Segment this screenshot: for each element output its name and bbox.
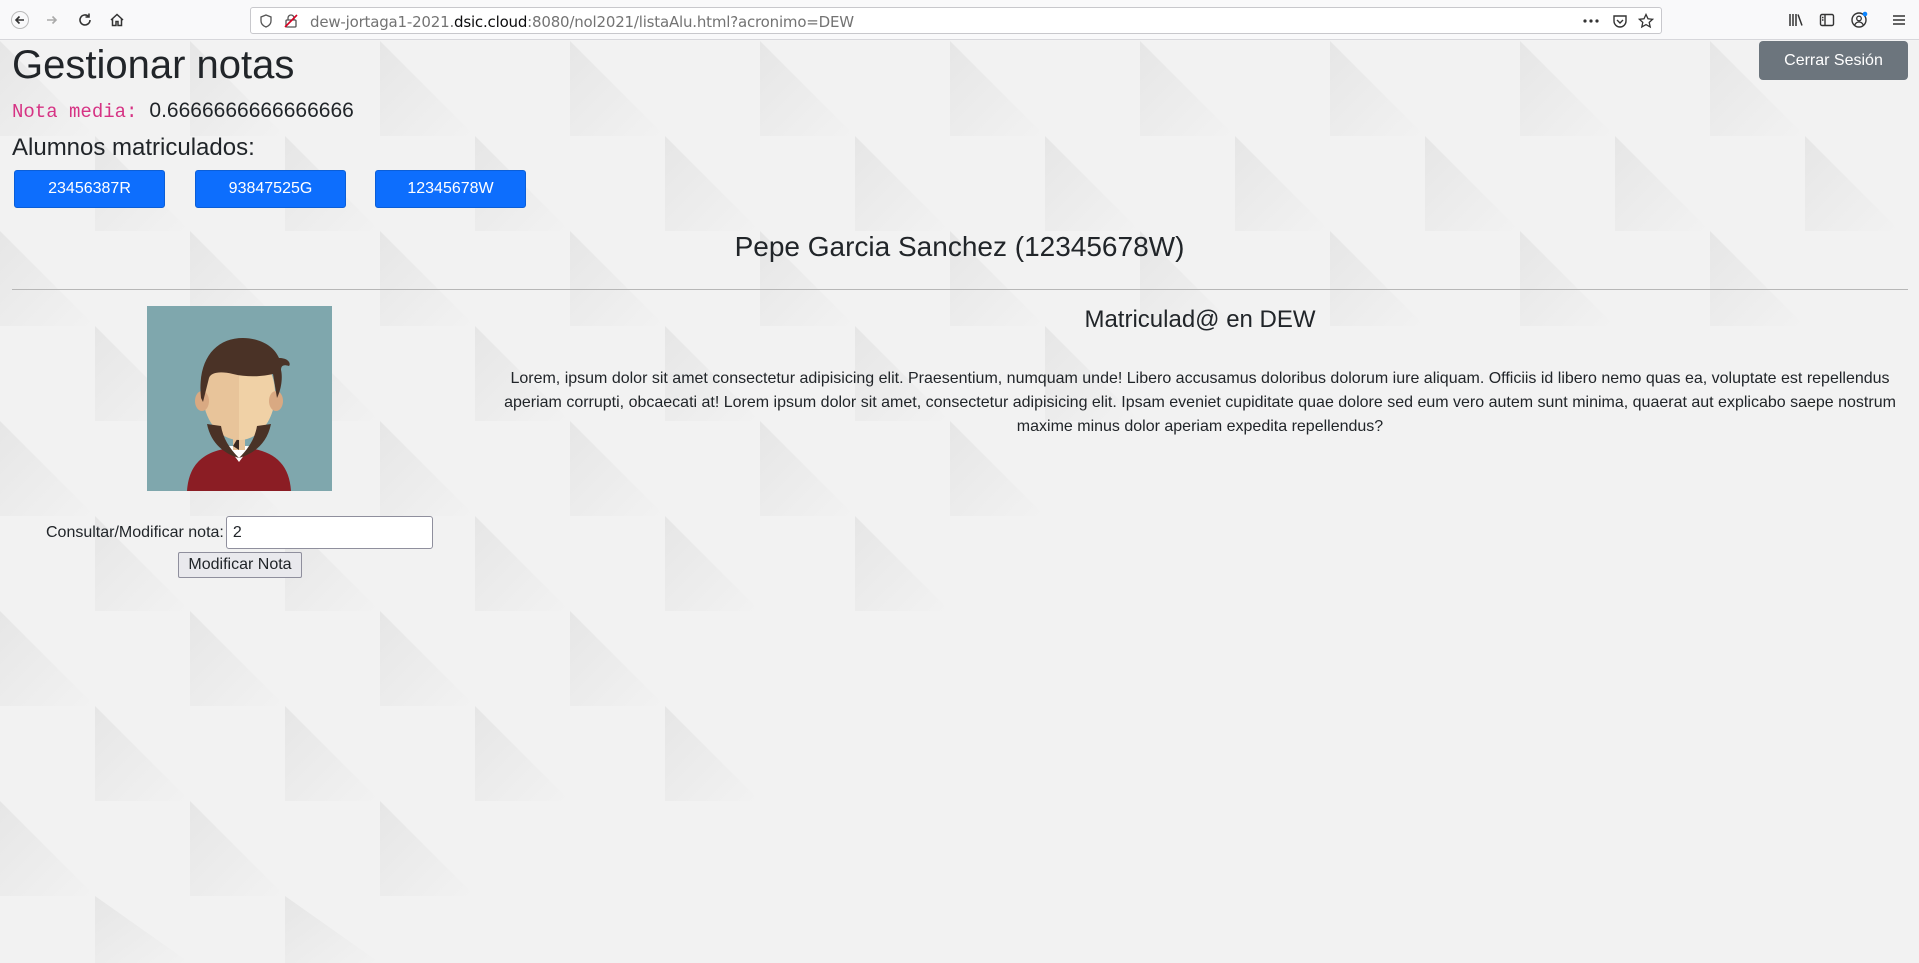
url-bar[interactable]: dew-jortaga1-2021.dsic.cloud:8080/nol202… [250,7,1662,34]
forward-arrow-icon [47,15,58,25]
more-actions-icon[interactable] [1582,12,1600,30]
average-label: Nota media: [12,101,138,123]
pocket-icon[interactable] [1611,12,1629,30]
page-content: Gestionar notas Cerrar Sesión Nota media… [0,41,1919,963]
student-avatar [147,306,332,491]
browser-toolbar: dew-jortaga1-2021.dsic.cloud:8080/nol202… [0,0,1919,40]
student-button[interactable]: 12345678W [375,170,526,208]
forward-button[interactable] [38,6,66,34]
average-grade: Nota media: 0.6666666666666666 [12,99,354,123]
sidebar-icon [1819,13,1835,27]
person-avatar-icon [147,306,332,491]
menu-button[interactable] [1885,6,1913,34]
home-button[interactable] [103,6,131,34]
enrolled-heading: Matriculad@ en DEW [1084,306,1316,333]
back-button[interactable] [6,6,34,34]
reload-icon [79,13,91,26]
student-name: Pepe Garcia Sanchez (12345678W) [734,231,1185,262]
url-text: dew-jortaga1-2021.dsic.cloud:8080/nol202… [310,13,854,31]
insecure-lock-icon[interactable] [282,12,300,30]
home-icon [110,13,124,27]
shield-icon[interactable] [257,12,275,30]
grade-form: Consultar/Modificar nota: [46,516,433,549]
logout-button[interactable]: Cerrar Sesión [1759,41,1908,80]
student-description: Lorem, ipsum dolor sit amet consectetur … [504,370,1896,435]
grade-label: Consultar/Modificar nota: [46,523,224,541]
hamburger-menu-icon [1893,15,1905,25]
bookmark-star-icon[interactable] [1637,12,1655,30]
account-icon [1851,11,1868,28]
page-title: Gestionar notas [12,43,295,87]
account-button[interactable] [1845,6,1873,34]
divider [12,289,1908,290]
url-domain: dsic.cloud [454,13,528,31]
student-button[interactable]: 23456387R [14,170,165,208]
library-icon [1789,14,1803,26]
sidebar-button[interactable] [1813,6,1841,34]
student-button[interactable]: 93847525G [195,170,346,208]
reload-button[interactable] [71,6,99,34]
back-arrow-icon [11,11,29,29]
average-value: 0.6666666666666666 [149,99,354,122]
url-prefix: dew-jortaga1-2021. [310,13,455,31]
url-suffix: :8080/nol2021/listaAlu.html?acronimo=DEW [527,13,854,31]
students-heading: Alumnos matriculados: [12,134,255,161]
modify-grade-button[interactable]: Modificar Nota [178,552,302,578]
library-button[interactable] [1782,6,1810,34]
grade-input[interactable] [225,516,433,549]
